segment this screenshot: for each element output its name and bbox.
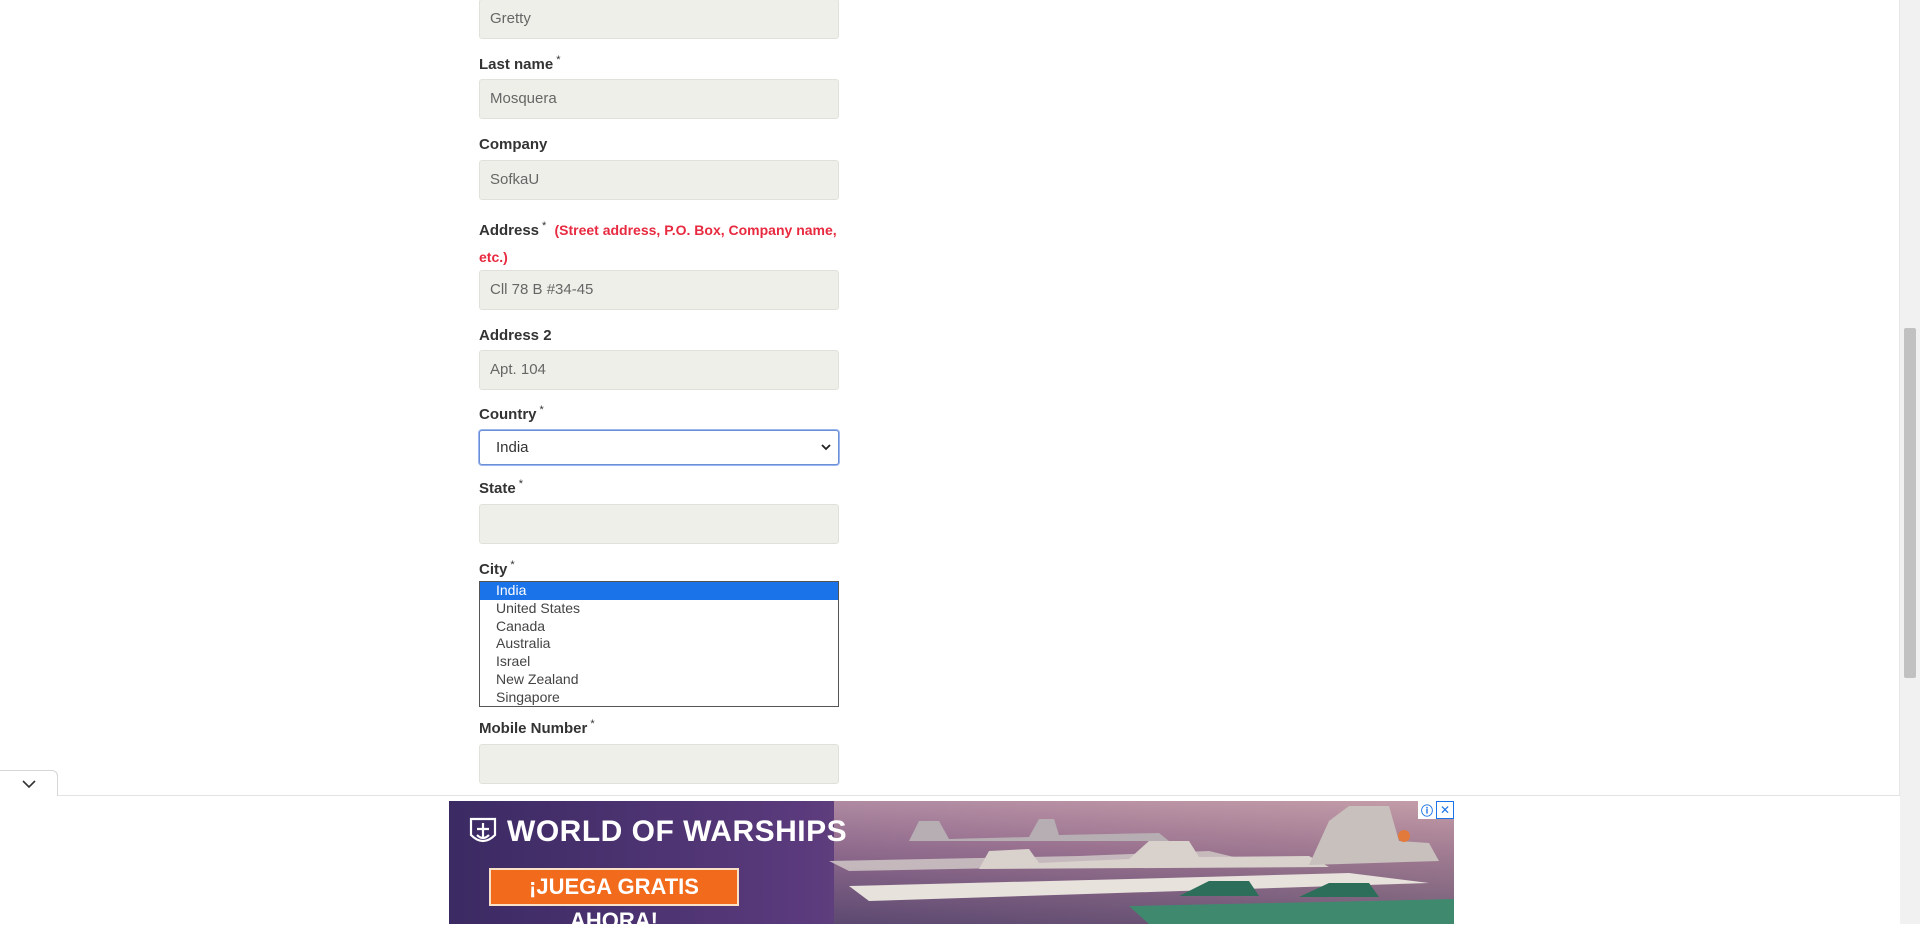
- city-label: City *: [479, 559, 515, 578]
- mobile-field[interactable]: [479, 744, 839, 784]
- anchor-logo-icon: [469, 817, 497, 843]
- required-mark: *: [539, 404, 544, 416]
- address-label: Address * (Street address, P.O. Box, Comp…: [479, 218, 859, 270]
- state-label-text: State: [479, 480, 516, 497]
- city-label-text: City: [479, 561, 508, 578]
- address-form: Gretty Last name * Mosquera Company Sofka…: [0, 0, 1900, 924]
- ad-cta-button[interactable]: ¡JUEGA GRATIS AHORA!: [489, 868, 739, 924]
- country-option[interactable]: New Zealand: [480, 671, 838, 689]
- country-option[interactable]: Singapore: [480, 689, 838, 707]
- page-scrollbar[interactable]: [1899, 0, 1920, 924]
- chevron-down-icon: [22, 780, 36, 789]
- country-option[interactable]: Australia: [480, 635, 838, 653]
- warships-image: [829, 806, 1454, 924]
- address2-field[interactable]: Apt. 104: [479, 350, 839, 390]
- country-selected-value: India: [496, 439, 529, 456]
- required-mark: *: [590, 718, 595, 730]
- required-mark: *: [518, 478, 523, 490]
- info-icon[interactable]: ⓘ: [1418, 801, 1436, 819]
- chevron-down-icon: [821, 444, 831, 451]
- country-option[interactable]: Canada: [480, 618, 838, 636]
- country-select[interactable]: India: [479, 430, 839, 465]
- ad-brand: WORLD OF WARSHIPS: [469, 815, 847, 849]
- address2-label-text: Address 2: [479, 327, 552, 344]
- country-option[interactable]: Israel: [480, 653, 838, 671]
- last-name-label-text: Last name: [479, 56, 554, 73]
- last-name-label: Last name *: [479, 54, 561, 73]
- state-label: State *: [479, 478, 523, 497]
- first-name-field[interactable]: Gretty: [479, 0, 839, 39]
- ad-brand-text: WORLD OF WARSHIPS: [507, 815, 848, 848]
- required-mark: *: [556, 54, 561, 66]
- company-field[interactable]: SofkaU: [479, 160, 839, 200]
- address-field[interactable]: Cll 78 B #34-45: [479, 270, 839, 310]
- country-option[interactable]: India: [480, 582, 838, 600]
- country-option[interactable]: United States: [480, 600, 838, 618]
- company-label-text: Company: [479, 136, 548, 153]
- ad-controls: ⓘ ✕: [1418, 801, 1454, 819]
- state-field[interactable]: [479, 504, 839, 544]
- address-label-text: Address: [479, 222, 540, 239]
- mobile-label-text: Mobile Number: [479, 720, 588, 737]
- country-label-text: Country: [479, 406, 537, 423]
- mobile-label: Mobile Number *: [479, 718, 595, 737]
- last-name-field[interactable]: Mosquera: [479, 79, 839, 119]
- country-dropdown-list[interactable]: India United States Canada Australia Isr…: [479, 581, 839, 707]
- required-mark: *: [510, 559, 515, 571]
- collapse-ad-button[interactable]: [0, 770, 58, 796]
- required-mark: *: [542, 220, 547, 232]
- scrollbar-thumb[interactable]: [1904, 328, 1916, 678]
- country-label: Country *: [479, 404, 544, 423]
- address-hint: (Street address, P.O. Box, Company name,: [554, 222, 837, 238]
- address2-label: Address 2: [479, 327, 552, 344]
- company-label: Company: [479, 136, 547, 153]
- close-icon[interactable]: ✕: [1436, 801, 1454, 819]
- address-hint-continued: etc.): [479, 249, 508, 265]
- ad-banner[interactable]: WORLD OF WARSHIPS ¡JUEGA GRATIS AHORA! ⓘ…: [449, 801, 1454, 924]
